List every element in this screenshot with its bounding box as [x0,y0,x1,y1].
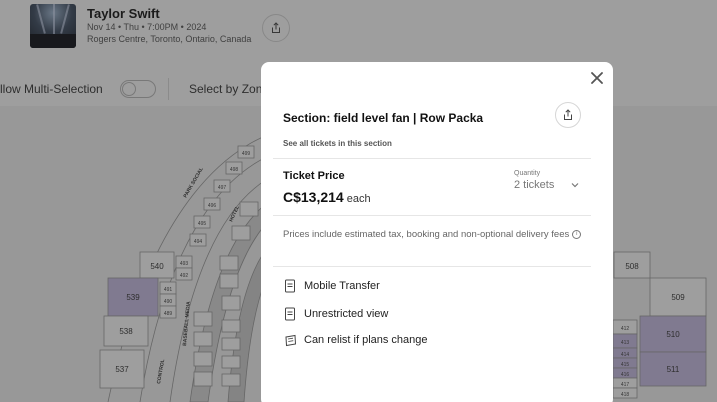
ticket-price-label: Ticket Price [283,170,345,182]
feature-relist: Can relist if plans change [283,333,428,347]
price-suffix: each [346,193,371,205]
chevron-down-icon[interactable] [570,180,580,190]
divider [273,266,591,267]
price-value: C$13,214 [283,189,344,205]
share-icon [564,109,572,120]
ticket-detail-modal: Section: field level fan | Row Packa See… [261,62,613,402]
quantity-selector[interactable]: Quantity 2 tickets [514,170,554,191]
quantity-label: Quantity [514,170,541,177]
share-button[interactable] [555,102,581,128]
feature-mobile-transfer: Mobile Transfer [283,279,380,293]
ticket-price: C$13,214 each [283,189,371,205]
fees-note: Prices include estimated tax, booking an… [283,226,583,243]
unrestricted-view-icon [283,307,297,321]
close-button[interactable] [587,68,607,88]
divider [273,158,591,159]
fees-note-text: Prices include estimated tax, booking an… [283,229,570,240]
relist-icon [283,333,297,347]
feature-unrestricted-view: Unrestricted view [283,307,388,321]
section-title: Section: field level fan | Row Packa [283,111,484,125]
info-icon[interactable]: i [572,229,582,239]
close-icon [591,72,603,84]
see-all-tickets-link[interactable]: See all tickets in this section [283,139,392,148]
quantity-value: 2 tickets [514,179,555,191]
divider [273,215,591,216]
mobile-transfer-icon [283,279,297,293]
